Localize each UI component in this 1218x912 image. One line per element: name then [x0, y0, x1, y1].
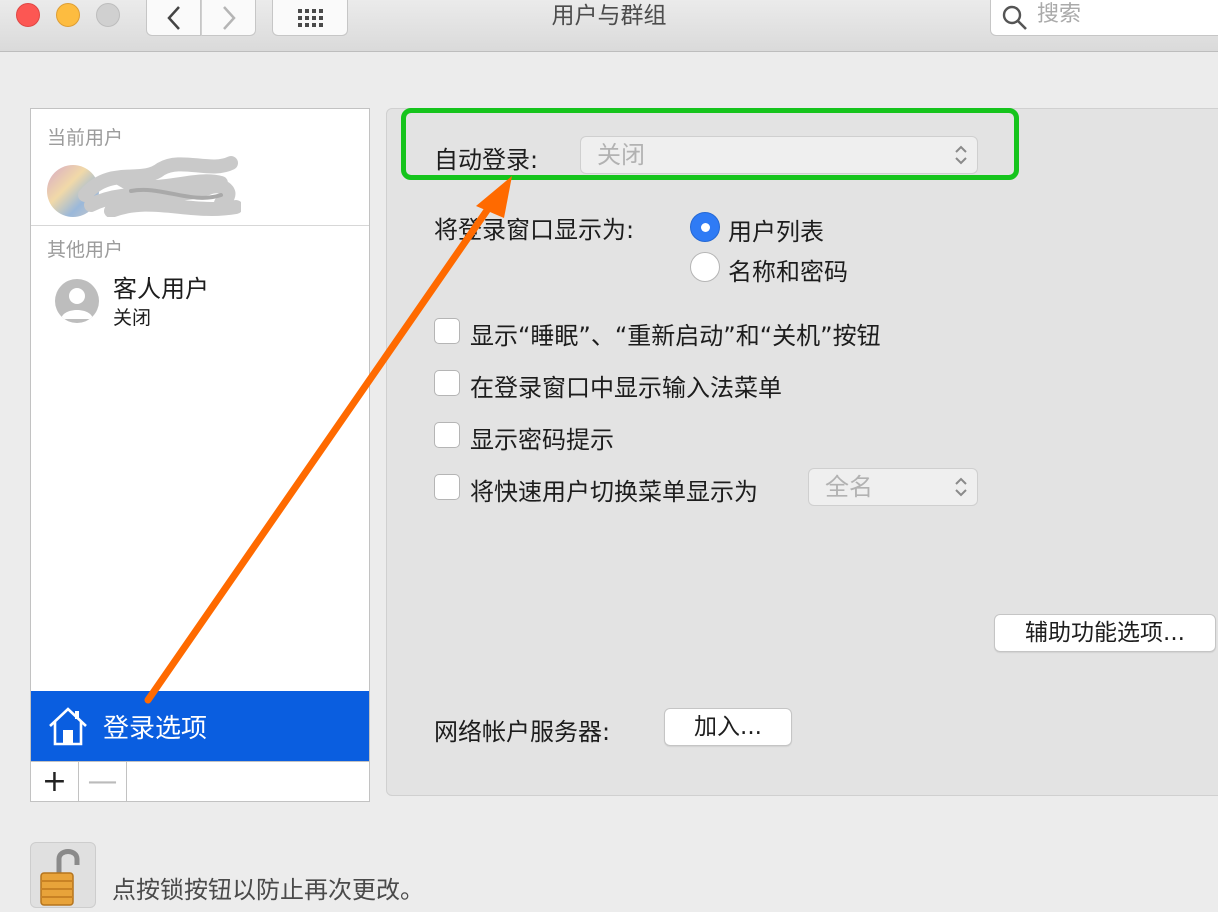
guest-user-status: 关闭: [113, 307, 152, 329]
radio-name-password[interactable]: [690, 252, 720, 282]
display-login-as-label: 将登录窗口显示为:: [434, 216, 635, 244]
checkbox-show-power-buttons[interactable]: [434, 318, 460, 344]
redacted-username-scribble: [78, 156, 241, 217]
current-users-label: 当前用户: [47, 127, 124, 149]
guest-avatar-icon: [55, 279, 99, 323]
search-icon: [1002, 5, 1027, 30]
window-toolbar: 用户与群组 搜索: [0, 0, 1218, 52]
padlock-open-icon: [40, 849, 80, 906]
users-sidebar: 当前用户 其他用户 客人用户 关闭 登录选项 + —: [30, 108, 370, 802]
lock-button[interactable]: [30, 842, 96, 908]
other-users-label: 其他用户: [47, 239, 124, 261]
auto-login-highlight-box: [401, 108, 1019, 180]
add-user-button[interactable]: +: [31, 762, 79, 801]
checkbox-password-hints-label[interactable]: 显示密码提示: [470, 420, 614, 455]
lock-instruction-text: 点按锁按钮以防止再次更改。: [112, 876, 424, 904]
radio-user-list[interactable]: [690, 212, 720, 242]
updown-arrows-icon: [955, 477, 967, 497]
house-icon: [49, 707, 87, 746]
sidebar-item-login-options[interactable]: 登录选项: [31, 691, 369, 761]
checkbox-fast-user-switching-label[interactable]: 将快速用户切换菜单显示为: [470, 472, 758, 507]
radio-user-list-label[interactable]: 用户列表: [728, 212, 824, 247]
search-placeholder: 搜索: [1037, 2, 1082, 27]
remove-user-button[interactable]: —: [79, 762, 127, 801]
fast-switch-value: 全名: [825, 473, 873, 501]
network-server-label: 网络帐户服务器:: [434, 718, 611, 746]
guest-user-name[interactable]: 客人用户: [113, 269, 209, 304]
fast-switch-popup[interactable]: 全名: [808, 468, 978, 506]
checkbox-password-hints[interactable]: [434, 422, 460, 448]
accessibility-options-button[interactable]: 辅助功能选项...: [994, 614, 1216, 652]
checkbox-input-menu[interactable]: [434, 370, 460, 396]
search-field[interactable]: 搜索: [990, 0, 1218, 36]
checkbox-show-power-buttons-label[interactable]: 显示“睡眠”、“重新启动”和“关机”按钮: [470, 316, 881, 351]
checkbox-input-menu-label[interactable]: 在登录窗口中显示输入法菜单: [470, 368, 782, 403]
sidebar-footer: + —: [31, 761, 369, 801]
join-button[interactable]: 加入...: [664, 708, 792, 746]
sidebar-divider: [31, 225, 369, 226]
radio-name-password-label[interactable]: 名称和密码: [728, 252, 848, 287]
checkbox-fast-user-switching[interactable]: [434, 474, 460, 500]
login-options-label: 登录选项: [103, 713, 208, 744]
